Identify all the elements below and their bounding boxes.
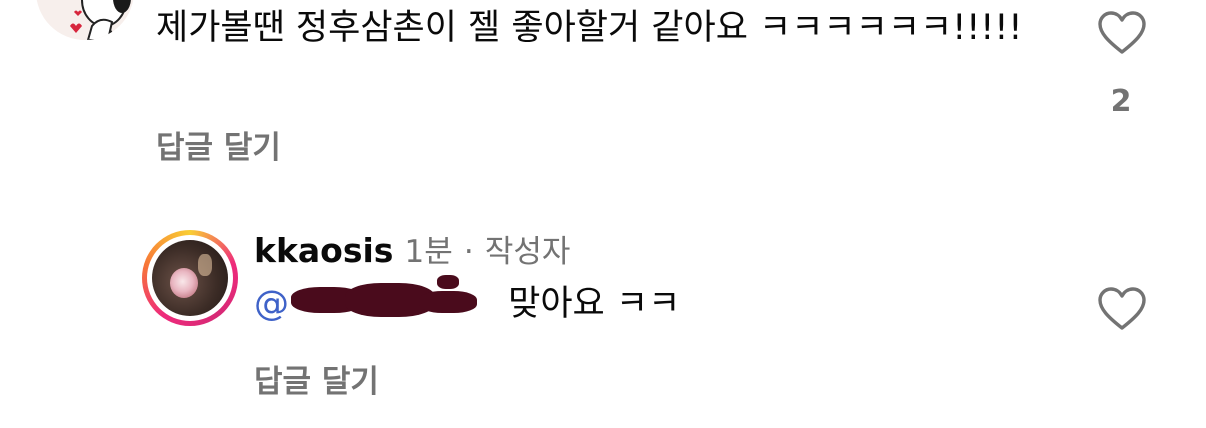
heart-icon (1098, 11, 1146, 54)
author-badge: 작성자 (484, 234, 571, 270)
commenter-avatar[interactable] (36, 0, 134, 40)
reply-like-button[interactable] (1096, 286, 1148, 332)
snoopy-avatar-icon (36, 0, 134, 40)
reply-button-2[interactable]: 답글 달기 (254, 356, 379, 401)
reply-message: 맞아요 ㅋㅋ (508, 284, 681, 324)
reply-header: kkaosis 1분 · 작성자 (254, 226, 570, 271)
like-button[interactable] (1096, 10, 1148, 56)
reply-username[interactable]: kkaosis (254, 231, 393, 270)
flower-image (170, 268, 198, 298)
separator-dot: · (463, 234, 474, 270)
mention-link[interactable]: @ (254, 275, 497, 324)
redacted-username (289, 275, 497, 321)
like-count[interactable]: 2 (1100, 84, 1142, 119)
comments-thread: 제가볼땐 정후삼촌이 젤 좋아할거 같아요 ㅋㅋㅋㅋㅋㅋ!!!!! 답글 달기 … (0, 0, 1206, 428)
reply-avatar[interactable] (142, 230, 238, 326)
reply-avatar-photo (152, 240, 228, 316)
reply-timestamp: 1분 (404, 234, 453, 270)
heart-icon (1098, 287, 1146, 330)
comment-text: 제가볼땐 정후삼촌이 젤 좋아할거 같아요 ㅋㅋㅋㅋㅋㅋ!!!!! (156, 8, 1023, 48)
reply-button[interactable]: 답글 달기 (156, 122, 281, 167)
reply-text: @ 맞아요 ㅋㅋ (254, 275, 681, 328)
